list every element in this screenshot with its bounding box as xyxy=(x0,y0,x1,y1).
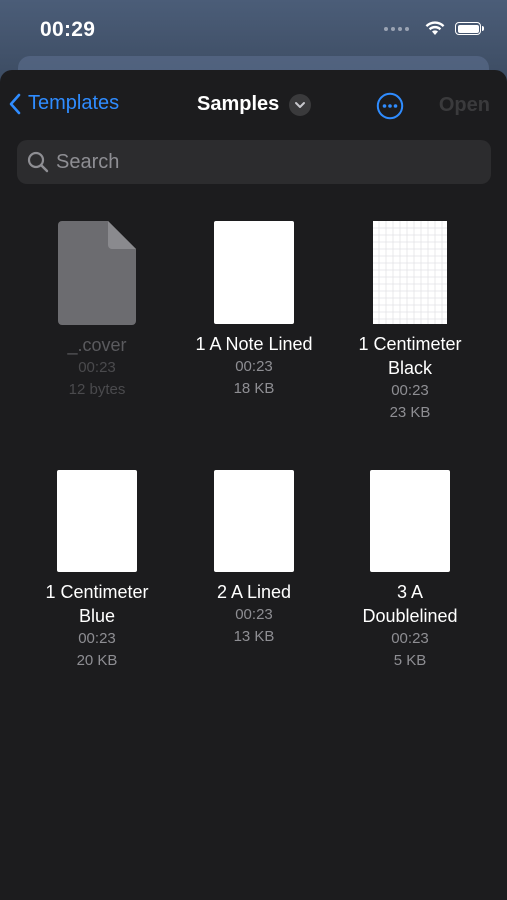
file-time: 00:23 xyxy=(78,359,116,376)
file-size: 12 bytes xyxy=(68,381,126,398)
search-placeholder: Search xyxy=(56,150,120,173)
page-title: Samples xyxy=(197,93,280,115)
file-item[interactable]: 2 A Lined 00:23 13 KB xyxy=(179,469,329,648)
search-icon xyxy=(27,151,49,173)
open-button[interactable]: Open xyxy=(439,94,490,117)
file-thumbnail xyxy=(57,470,137,572)
file-picker-sheet: Templates Samples Open Search _.cover 00… xyxy=(0,70,507,900)
file-thumbnail xyxy=(214,221,294,324)
file-thumbnail xyxy=(370,470,450,572)
file-time: 00:23 xyxy=(235,358,273,375)
grid-paper-thumbnail xyxy=(373,221,447,324)
file-size: 5 KB xyxy=(393,652,427,669)
file-time: 00:23 xyxy=(78,630,116,647)
file-time: 00:23 xyxy=(235,606,273,623)
file-item[interactable]: 1 A Note Lined 00:23 18 KB xyxy=(179,218,329,400)
file-name: 3 A Doublelined xyxy=(362,582,458,626)
back-label: Templates xyxy=(28,92,120,114)
cellular-dots-icon xyxy=(384,26,409,31)
file-size: 23 KB xyxy=(389,404,431,421)
title-menu[interactable]: Samples xyxy=(197,93,312,116)
battery-icon xyxy=(455,22,484,35)
status-time: 00:29 xyxy=(40,18,96,41)
back-button[interactable]: Templates xyxy=(8,92,119,115)
status-icons xyxy=(384,21,484,36)
file-name: 2 A Lined xyxy=(216,582,292,602)
file-size: 18 KB xyxy=(233,380,275,397)
more-options-icon[interactable] xyxy=(376,92,404,120)
search-field[interactable]: Search xyxy=(17,140,491,184)
wifi-icon xyxy=(425,21,445,35)
file-thumbnail xyxy=(214,470,294,572)
file-size: 20 KB xyxy=(76,652,118,669)
file-name: 1 A Note Lined xyxy=(195,334,313,354)
file-time: 00:23 xyxy=(391,382,429,399)
chevron-down-icon xyxy=(289,93,312,116)
file-time: 00:23 xyxy=(391,630,429,647)
file-item[interactable]: 1 Centimeter Black 00:23 23 KB xyxy=(335,218,485,424)
navigation-bar: Templates Samples Open xyxy=(0,70,507,140)
file-name: 1 Centimeter Blue xyxy=(45,582,149,626)
file-item[interactable]: _.cover 00:23 12 bytes xyxy=(22,218,172,401)
file-item[interactable]: 1 Centimeter Blue 00:23 20 KB xyxy=(22,469,172,672)
file-name: 1 Centimeter Black xyxy=(358,334,462,378)
file-size: 13 KB xyxy=(233,628,275,645)
file-item[interactable]: 3 A Doublelined 00:23 5 KB xyxy=(335,469,485,672)
chevron-left-icon xyxy=(9,93,21,114)
file-name: _.cover xyxy=(67,335,127,355)
generic-document-icon xyxy=(58,221,136,325)
